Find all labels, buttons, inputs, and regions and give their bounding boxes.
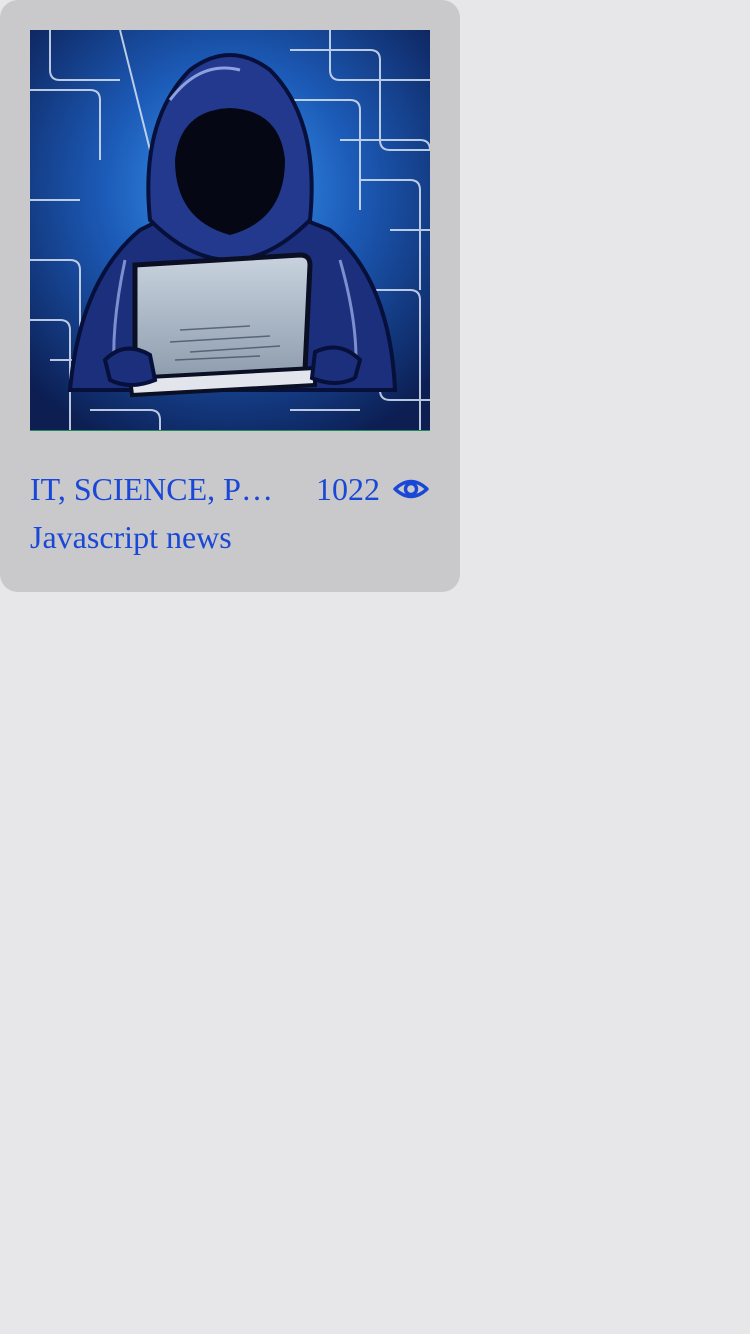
category-label: IT, SCIENCE, PROGRAMMING <box>30 470 280 507</box>
card-meta-row: IT, SCIENCE, PROGRAMMING 1022 <box>30 471 430 507</box>
channel-title: Javascript news <box>30 519 232 555</box>
hacker-thumbnail-image <box>30 30 430 431</box>
channel-card[interactable]: IT, SCIENCE, PROGRAMMING 1022 Javascript… <box>0 0 460 592</box>
views-counter: 1022 <box>316 470 430 508</box>
views-count: 1022 <box>316 470 380 507</box>
eye-icon <box>393 479 429 499</box>
